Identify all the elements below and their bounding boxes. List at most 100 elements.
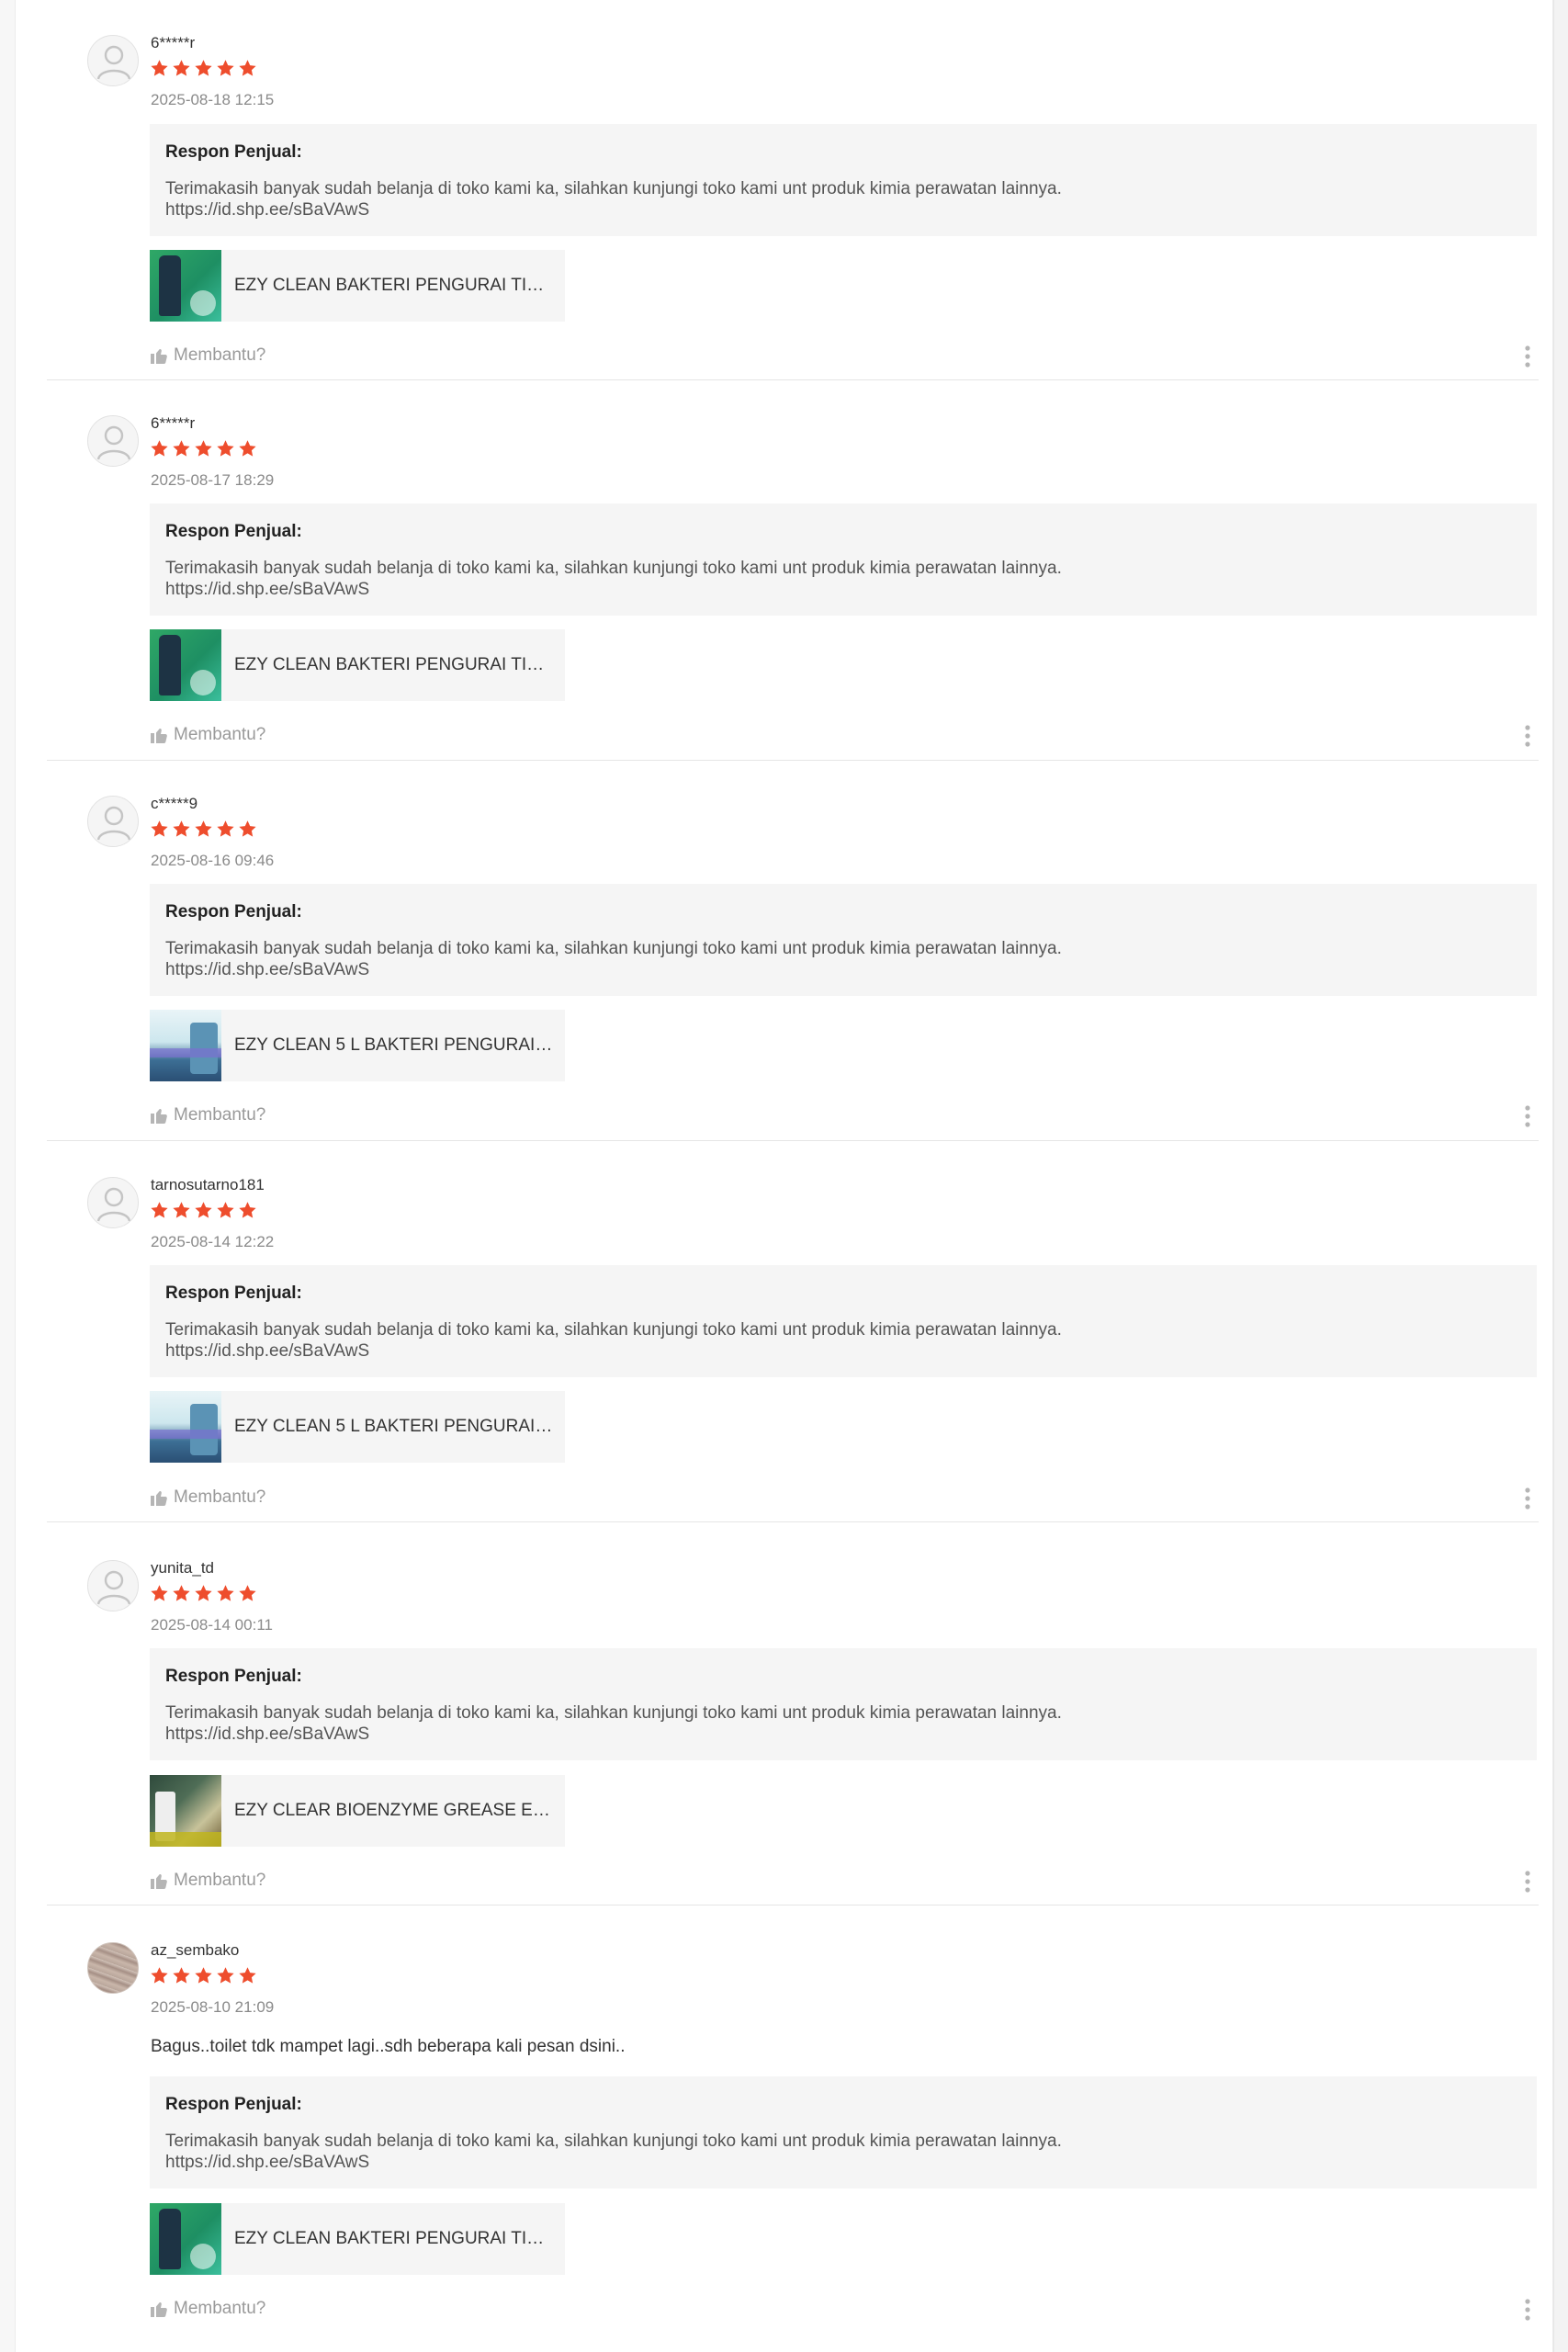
helpful-label: Membantu? [174,345,266,365]
reviewer-username: c*****9 [151,795,198,812]
thumbs-up-icon [151,1109,167,1124]
star-icon [217,1585,234,1601]
review-item: az_sembako 2025-08-10 21:09 Bagus..toile… [47,1907,1539,2352]
seller-response-text: Terimakasih banyak sudah belanja di toko… [165,2132,1062,2172]
product-name: EZY CLEAN BAKTERI PENGURAI TINJ... [234,276,556,295]
product-card[interactable]: EZY CLEAN 5 L BAKTERI PENGURAI T... [150,1391,565,1463]
page-left-gutter [0,0,15,2352]
product-card[interactable]: EZY CLEAN 5 L BAKTERI PENGURAI T... [150,1010,565,1081]
product-thumbnail [150,629,221,701]
seller-response-title: Respon Penjual: [165,1667,302,1686]
star-icon [173,1585,190,1601]
helpful-button[interactable]: Membantu? [150,1487,265,1508]
rating-stars [150,439,257,461]
star-icon [151,1202,168,1218]
product-name: EZY CLEAN BAKTERI PENGURAI TINJ... [234,655,556,674]
scrollbar-track[interactable] [1553,0,1568,2352]
star-icon [239,1202,256,1218]
more-vertical-icon[interactable] [1520,723,1535,749]
product-card[interactable]: EZY CLEAN BAKTERI PENGURAI TINJ... [150,2203,565,2275]
more-vertical-icon[interactable] [1520,2297,1535,2323]
seller-response: Respon Penjual: Terimakasih banyak sudah… [150,124,1537,236]
seller-response-title: Respon Penjual: [165,142,302,162]
review-list: 6*****r 2025-08-18 12:15 Respon Penjual:… [15,0,1553,2352]
review-item: yunita_td 2025-08-14 00:11 Respon Penjua… [47,1525,1539,1905]
rating-stars [150,1201,257,1223]
star-icon [151,60,168,76]
seller-response-title: Respon Penjual: [165,2095,302,2114]
review-item: c*****9 2025-08-16 09:46 Respon Penjual:… [47,761,1539,1141]
helpful-label: Membantu? [174,725,266,744]
product-name: EZY CLEAN 5 L BAKTERI PENGURAI T... [234,1417,556,1436]
thumbs-up-icon [151,349,167,364]
more-vertical-icon[interactable] [1520,1486,1535,1511]
user-placeholder-icon[interactable] [87,35,139,86]
rating-stars [150,1966,257,1988]
product-card[interactable]: EZY CLEAN BAKTERI PENGURAI TINJ... [150,250,565,322]
star-icon [151,440,168,457]
more-vertical-icon[interactable] [1520,344,1535,369]
seller-response-text: Terimakasih banyak sudah belanja di toko… [165,939,1062,979]
product-name: EZY CLEAR BIOENZYME GREASE EAT... [234,1801,556,1820]
star-icon [239,440,256,457]
review-date: 2025-08-17 18:29 [151,471,275,489]
product-name: EZY CLEAN 5 L BAKTERI PENGURAI T... [234,1035,556,1055]
rating-stars [150,820,257,842]
star-icon [217,60,234,76]
more-vertical-icon[interactable] [1520,1103,1535,1129]
thumbs-up-icon [151,729,167,743]
seller-response-text: Terimakasih banyak sudah belanja di toko… [165,179,1062,220]
review-date: 2025-08-14 00:11 [151,1616,273,1634]
reviewer-username: az_sembako [151,1941,240,1959]
product-card[interactable]: EZY CLEAN BAKTERI PENGURAI TINJ... [150,629,565,701]
star-icon [217,820,234,837]
helpful-label: Membantu? [174,1487,266,1507]
seller-response-text: Terimakasih banyak sudah belanja di toko… [165,1320,1062,1361]
thumbs-up-icon [151,2302,167,2317]
seller-response: Respon Penjual: Terimakasih banyak sudah… [150,503,1537,616]
helpful-button[interactable]: Membantu? [150,725,265,745]
helpful-label: Membantu? [174,1105,266,1125]
review-date: 2025-08-10 21:09 [151,1998,275,2016]
product-thumbnail [150,250,221,322]
helpful-button[interactable]: Membantu? [150,345,265,366]
review-item: 6*****r 2025-08-17 18:29 Respon Penjual:… [47,380,1539,761]
star-icon [173,440,190,457]
star-icon [217,440,234,457]
seller-response-title: Respon Penjual: [165,522,302,541]
review-date: 2025-08-16 09:46 [151,852,275,869]
star-icon [173,60,190,76]
helpful-label: Membantu? [174,1871,266,1890]
star-icon [239,1967,256,1984]
review-item: 6*****r 2025-08-18 12:15 Respon Penjual:… [47,0,1539,380]
product-card[interactable]: EZY CLEAR BIOENZYME GREASE EAT... [150,1775,565,1847]
user-placeholder-icon[interactable] [87,415,139,467]
helpful-button[interactable]: Membantu? [150,2299,265,2319]
user-placeholder-icon[interactable] [87,1177,139,1228]
star-icon [195,820,212,837]
reviewer-username: 6*****r [151,414,196,432]
seller-response: Respon Penjual: Terimakasih banyak sudah… [150,1648,1537,1760]
helpful-button[interactable]: Membantu? [150,1871,265,1891]
seller-response-text: Terimakasih banyak sudah belanja di toko… [165,1703,1062,1744]
star-icon [173,1202,190,1218]
user-placeholder-icon[interactable] [87,796,139,847]
reviewer-username: tarnosutarno181 [151,1176,265,1193]
product-thumbnail [150,2203,221,2275]
more-vertical-icon[interactable] [1520,1869,1535,1894]
product-thumbnail [150,1775,221,1847]
helpful-button[interactable]: Membantu? [150,1105,265,1125]
user-avatar-photo[interactable] [87,1942,139,1994]
star-icon [217,1967,234,1984]
star-icon [239,820,256,837]
star-icon [195,440,212,457]
product-name: EZY CLEAN BAKTERI PENGURAI TINJ... [234,2229,556,2248]
star-icon [239,60,256,76]
user-placeholder-icon[interactable] [87,1560,139,1611]
thumbs-up-icon [151,1874,167,1889]
rating-stars [150,1584,257,1606]
star-icon [195,1202,212,1218]
seller-response: Respon Penjual: Terimakasih banyak sudah… [150,2076,1537,2188]
seller-response-title: Respon Penjual: [165,1283,302,1303]
review-date: 2025-08-18 12:15 [151,91,275,108]
